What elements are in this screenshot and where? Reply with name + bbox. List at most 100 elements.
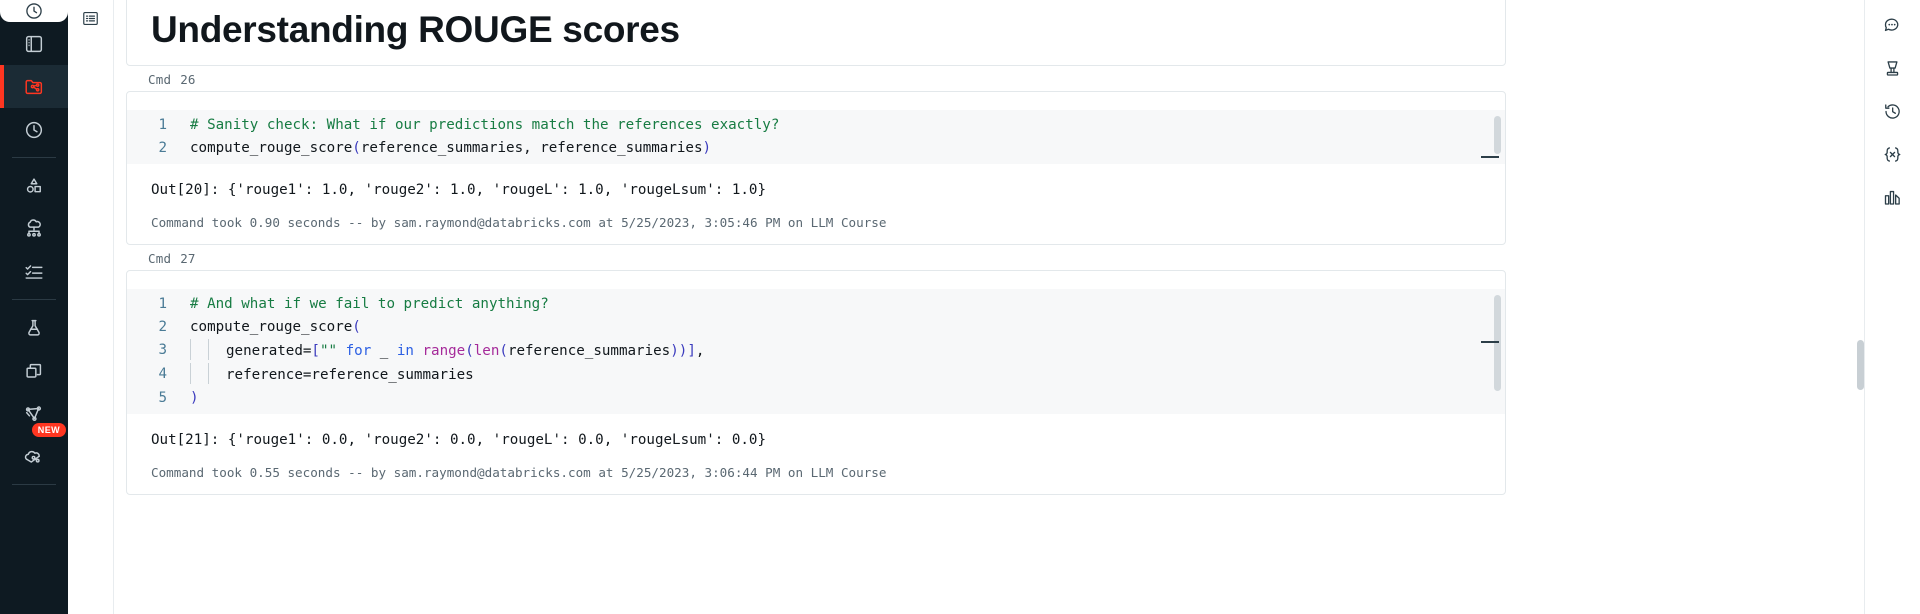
code-token: compute_rouge_score bbox=[190, 140, 353, 156]
sidebar-item-workspace[interactable] bbox=[0, 22, 68, 65]
code-cell-body-27[interactable]: 1 # And what if we fail to predict anyth… bbox=[126, 270, 1506, 495]
data-profile-button[interactable] bbox=[1873, 176, 1913, 219]
cmd-text: Cmd bbox=[148, 251, 172, 266]
table-of-contents-button[interactable] bbox=[77, 4, 105, 32]
code-line[interactable]: 1 # And what if we fail to predict anyth… bbox=[127, 293, 1505, 316]
comments-icon bbox=[1884, 18, 1899, 32]
sidebar-item-repos[interactable] bbox=[0, 65, 68, 108]
recents-clock-icon bbox=[25, 121, 43, 138]
cell-output-27: Out[21]: {'rouge1': 0.0, 'rouge2': 0.0, … bbox=[127, 414, 1505, 456]
sidebar-item-compute[interactable] bbox=[0, 207, 68, 250]
sidebar-item-partner-connect[interactable]: NEW bbox=[0, 423, 68, 478]
code-token: ) bbox=[702, 140, 712, 156]
cluster-button[interactable] bbox=[1873, 47, 1913, 90]
code-token: "" bbox=[319, 343, 338, 359]
repos-icon bbox=[25, 79, 43, 94]
code-token: reference_summaries bbox=[507, 343, 671, 359]
code-cell-26: Cmd 26 1 # Sanity check: What if our pred… bbox=[126, 66, 1506, 245]
line-number: 3 bbox=[158, 342, 167, 358]
code-token: range bbox=[422, 343, 466, 359]
line-content[interactable]: generated=["" for _ in range(len(referen… bbox=[179, 339, 1505, 363]
code-token: len bbox=[473, 343, 500, 359]
code-line[interactable]: 3 generated=["" for _ in range(len(refer… bbox=[127, 339, 1505, 363]
table-of-contents-icon bbox=[83, 11, 98, 25]
code-token: [ bbox=[311, 343, 320, 359]
line-content[interactable]: # Sanity check: What if our predictions … bbox=[179, 114, 1505, 137]
editor-resize-handle-26[interactable] bbox=[1481, 156, 1499, 158]
experiments-flask-icon bbox=[28, 319, 40, 336]
cluster-icon bbox=[1886, 61, 1899, 76]
line-content[interactable]: reference=reference_summaries bbox=[179, 363, 1505, 387]
compute-icon bbox=[27, 218, 41, 237]
rail-divider-2 bbox=[12, 299, 56, 300]
data-profile-icon bbox=[1884, 190, 1900, 205]
indent-guide bbox=[190, 339, 191, 360]
code-editor-26[interactable]: 1 # Sanity check: What if our prediction… bbox=[127, 110, 1505, 164]
code-line[interactable]: 1 # Sanity check: What if our prediction… bbox=[127, 114, 1505, 137]
rail-divider-3 bbox=[12, 484, 56, 485]
code-editor-27[interactable]: 1 # And what if we fail to predict anyth… bbox=[127, 289, 1505, 414]
sidebar-item-models[interactable] bbox=[0, 349, 68, 392]
editor-scrollbar-26[interactable] bbox=[1493, 114, 1503, 160]
code-token: compute_rouge_score bbox=[190, 319, 353, 335]
clock-icon bbox=[26, 3, 42, 19]
cell-output-26: Out[20]: {'rouge1': 1.0, 'rouge2': 1.0, … bbox=[127, 164, 1505, 206]
sidebar-item-workflows[interactable] bbox=[0, 250, 68, 293]
variables-button[interactable] bbox=[1873, 133, 1913, 176]
line-content[interactable]: compute_rouge_score(reference_summaries,… bbox=[179, 137, 1505, 160]
page-title: Understanding ROUGE scores bbox=[151, 8, 680, 50]
workspace-icon bbox=[25, 35, 43, 52]
editor-resize-handle-27[interactable] bbox=[1481, 341, 1499, 343]
cmd-number: 26 bbox=[180, 72, 196, 87]
revision-history-icon bbox=[1885, 104, 1900, 119]
code-token: # And what if we fail to predict anythin… bbox=[190, 296, 549, 312]
code-line[interactable]: 4 reference=reference_summaries bbox=[127, 363, 1505, 387]
code-token: ( bbox=[499, 343, 508, 359]
code-token: for bbox=[345, 343, 372, 359]
line-number: 2 bbox=[158, 140, 167, 156]
markdown-title-cell[interactable]: Understanding ROUGE scores bbox=[126, 0, 1506, 66]
workflows-checklist-icon bbox=[25, 264, 43, 279]
partner-connect-icon bbox=[24, 450, 40, 463]
notebook-scrollbar[interactable] bbox=[1857, 340, 1864, 390]
toc-rail bbox=[68, 0, 114, 614]
code-line[interactable]: 2 compute_rouge_score( bbox=[127, 316, 1505, 339]
code-token: , bbox=[695, 343, 705, 359]
cmd-number: 27 bbox=[180, 251, 196, 266]
code-line[interactable]: 5 ) bbox=[127, 387, 1505, 410]
comments-button[interactable] bbox=[1873, 4, 1913, 47]
line-content[interactable]: compute_rouge_score( bbox=[179, 316, 1505, 339]
rail-divider-1 bbox=[12, 157, 56, 158]
sidebar-item-recents-tab[interactable] bbox=[0, 0, 68, 22]
sidebar-item-experiments[interactable] bbox=[0, 306, 68, 349]
data-shapes-icon bbox=[26, 177, 41, 193]
editor-scrollbar-27[interactable] bbox=[1493, 293, 1503, 410]
cmd-label-26: Cmd 26 bbox=[126, 66, 1506, 91]
code-token: ) bbox=[190, 390, 199, 406]
revision-history-button[interactable] bbox=[1873, 90, 1913, 133]
output-value: {'rouge1': 1.0, 'rouge2': 1.0, 'rougeL':… bbox=[227, 182, 767, 198]
line-number: 2 bbox=[158, 319, 167, 335]
notebook-content: Understanding ROUGE scores Cmd 26 1 # San… bbox=[126, 0, 1506, 495]
line-content[interactable]: ) bbox=[179, 387, 1505, 410]
sidebar-item-data[interactable] bbox=[0, 164, 68, 207]
indent-guide bbox=[208, 363, 209, 384]
code-token: in bbox=[396, 343, 414, 359]
code-token: # Sanity check: What if our predictions … bbox=[190, 117, 780, 133]
code-token: _ bbox=[371, 343, 397, 359]
code-cell-body-26[interactable]: 1 # Sanity check: What if our prediction… bbox=[126, 91, 1506, 245]
line-content[interactable]: # And what if we fail to predict anythin… bbox=[179, 293, 1505, 316]
variables-icon bbox=[1884, 147, 1901, 162]
feature-store-graph-icon bbox=[25, 405, 42, 421]
markdown-cell-body[interactable]: Understanding ROUGE scores bbox=[126, 0, 1506, 66]
line-number: 1 bbox=[158, 296, 167, 312]
code-line[interactable]: 2 compute_rouge_score(reference_summarie… bbox=[127, 137, 1505, 160]
output-value: {'rouge1': 0.0, 'rouge2': 0.0, 'rougeL':… bbox=[227, 432, 767, 448]
output-label: Out[20]: bbox=[151, 182, 220, 198]
line-number: 5 bbox=[158, 390, 167, 406]
indent-guide bbox=[190, 363, 191, 384]
code-token: generated= bbox=[226, 343, 312, 359]
sidebar-item-recents[interactable] bbox=[0, 108, 68, 151]
new-badge: NEW bbox=[31, 423, 66, 437]
